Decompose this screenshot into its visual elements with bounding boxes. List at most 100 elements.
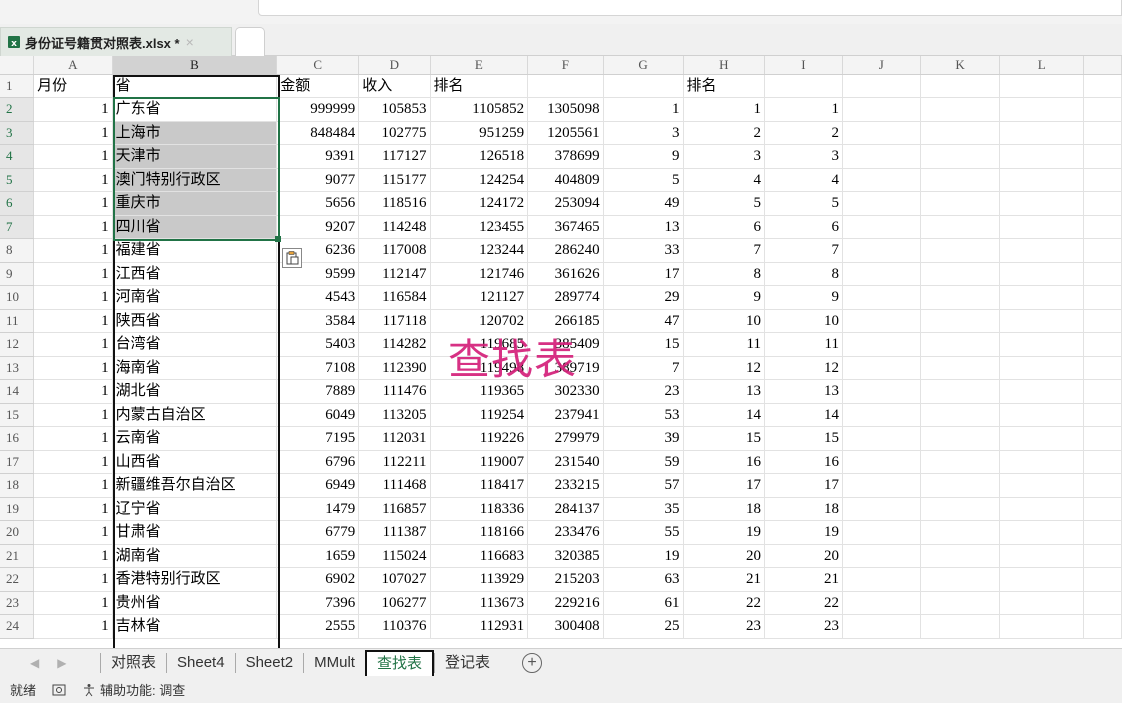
- cell-b[interactable]: 省: [112, 74, 278, 98]
- cell-l[interactable]: [999, 121, 1084, 145]
- cell-h[interactable]: 9: [683, 285, 765, 310]
- cell-d[interactable]: 105853: [358, 97, 431, 122]
- cell-h[interactable]: 23: [683, 614, 765, 639]
- cell-c[interactable]: 6949: [276, 473, 360, 498]
- cell-g[interactable]: 9: [603, 144, 684, 169]
- column-header-a[interactable]: A: [33, 56, 113, 75]
- cell-h[interactable]: 13: [683, 379, 765, 404]
- cell-a[interactable]: 1: [33, 168, 113, 192]
- cell-c[interactable]: 3584: [276, 309, 360, 333]
- cell-overflow[interactable]: [1083, 262, 1122, 286]
- cell-f[interactable]: 266185: [527, 309, 604, 333]
- cell-f[interactable]: 404809: [527, 168, 604, 192]
- cell-e[interactable]: 120702: [430, 309, 529, 333]
- cell-f[interactable]: 1205561: [527, 121, 604, 145]
- cell-d[interactable]: 115024: [358, 544, 431, 568]
- cell-b[interactable]: 陕西省: [112, 309, 278, 333]
- cell-b[interactable]: 山西省: [112, 450, 278, 474]
- cell-c[interactable]: 4543: [276, 285, 360, 310]
- row-header[interactable]: 2: [0, 97, 35, 122]
- cell-f[interactable]: 389719: [527, 356, 604, 380]
- row-header[interactable]: 9: [0, 262, 35, 286]
- cell-k[interactable]: [920, 450, 1001, 474]
- cell-e[interactable]: 123244: [430, 238, 529, 263]
- cell-c[interactable]: 1479: [276, 497, 360, 521]
- cell-k[interactable]: [920, 74, 1001, 98]
- cell-g[interactable]: 49: [603, 191, 684, 216]
- cell-g[interactable]: 1: [603, 97, 684, 122]
- cell-g[interactable]: 47: [603, 309, 684, 333]
- next-sheet-icon[interactable]: ▶: [57, 656, 66, 670]
- sheet-tab[interactable]: 登记表: [433, 652, 500, 673]
- cell-b[interactable]: 内蒙古自治区: [112, 403, 278, 427]
- cell-f[interactable]: 231540: [527, 450, 604, 474]
- cell-k[interactable]: [920, 121, 1001, 145]
- cell-l[interactable]: [999, 544, 1084, 568]
- cell-c[interactable]: 5656: [276, 191, 360, 216]
- cell-c[interactable]: 6902: [276, 567, 360, 592]
- cell-b[interactable]: 台湾省: [112, 332, 278, 357]
- cell-overflow[interactable]: [1083, 567, 1122, 592]
- cell-l[interactable]: [999, 403, 1084, 427]
- cell-i[interactable]: 19: [764, 520, 843, 545]
- row-header[interactable]: 13: [0, 356, 35, 380]
- cell-i[interactable]: 7: [764, 238, 843, 263]
- row-header[interactable]: 23: [0, 591, 35, 615]
- cell-overflow[interactable]: [1083, 121, 1122, 145]
- paste-options-icon[interactable]: [282, 248, 302, 268]
- cell-g[interactable]: 33: [603, 238, 684, 263]
- cell-e[interactable]: 951259: [430, 121, 529, 145]
- cell-g[interactable]: 15: [603, 332, 684, 357]
- cell-k[interactable]: [920, 497, 1001, 521]
- cell-overflow[interactable]: [1083, 426, 1122, 451]
- cell-i[interactable]: 4: [764, 168, 843, 192]
- cell-f[interactable]: 279979: [527, 426, 604, 451]
- cell-g[interactable]: 5: [603, 168, 684, 192]
- cell-overflow[interactable]: [1083, 168, 1122, 192]
- cell-a[interactable]: 1: [33, 379, 113, 404]
- cell-c[interactable]: 9207: [276, 215, 360, 239]
- cell-l[interactable]: [999, 450, 1084, 474]
- cell-c[interactable]: 6796: [276, 450, 360, 474]
- row-header[interactable]: 5: [0, 168, 35, 192]
- cell-g[interactable]: 13: [603, 215, 684, 239]
- cell-d[interactable]: 114282: [358, 332, 431, 357]
- row-header[interactable]: 7: [0, 215, 35, 239]
- cell-l[interactable]: [999, 473, 1084, 498]
- cell-k[interactable]: [920, 544, 1001, 568]
- cell-e[interactable]: 119498: [430, 356, 529, 380]
- row-header[interactable]: 24: [0, 614, 35, 639]
- cell-a[interactable]: 1: [33, 191, 113, 216]
- cell-overflow[interactable]: [1083, 379, 1122, 404]
- cell-g[interactable]: 59: [603, 450, 684, 474]
- cell-g[interactable]: 3: [603, 121, 684, 145]
- cell-e[interactable]: 121746: [430, 262, 529, 286]
- cell-e[interactable]: 124172: [430, 191, 529, 216]
- cell-h[interactable]: 2: [683, 121, 765, 145]
- cell-d[interactable]: 111468: [358, 473, 431, 498]
- cell-e[interactable]: 1105852: [430, 97, 529, 122]
- cell-c[interactable]: 1659: [276, 544, 360, 568]
- cell-g[interactable]: 19: [603, 544, 684, 568]
- cell-j[interactable]: [842, 168, 921, 192]
- cell-a[interactable]: 1: [33, 356, 113, 380]
- cell-j[interactable]: [842, 144, 921, 169]
- cell-d[interactable]: 113205: [358, 403, 431, 427]
- cell-j[interactable]: [842, 567, 921, 592]
- cell-c[interactable]: 9077: [276, 168, 360, 192]
- cell-overflow[interactable]: [1083, 191, 1122, 216]
- cell-a[interactable]: 1: [33, 473, 113, 498]
- cell-i[interactable]: [764, 74, 843, 98]
- cell-k[interactable]: [920, 168, 1001, 192]
- cell-k[interactable]: [920, 614, 1001, 639]
- cell-g[interactable]: 17: [603, 262, 684, 286]
- cell-c[interactable]: 9391: [276, 144, 360, 169]
- cell-h[interactable]: 14: [683, 403, 765, 427]
- new-tab-button[interactable]: [235, 27, 265, 56]
- cell-b[interactable]: 福建省: [112, 238, 278, 263]
- row-header[interactable]: 21: [0, 544, 35, 568]
- cell-f[interactable]: 1305098: [527, 97, 604, 122]
- cell-l[interactable]: [999, 238, 1084, 263]
- cell-e[interactable]: 118417: [430, 473, 529, 498]
- cell-k[interactable]: [920, 567, 1001, 592]
